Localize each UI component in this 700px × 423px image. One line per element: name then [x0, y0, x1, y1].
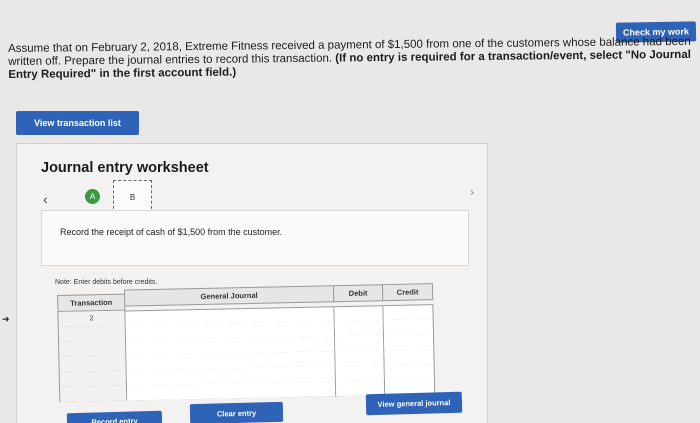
column-header-credit: Credit	[381, 283, 434, 302]
transaction-cell	[58, 370, 127, 387]
record-entry-button[interactable]: Record entry	[66, 410, 163, 423]
pointer-arrow-icon: ➜	[2, 314, 10, 324]
tab-b[interactable]: B	[113, 180, 152, 214]
worksheet-title: Journal entry worksheet	[41, 160, 209, 176]
debit-field[interactable]	[334, 305, 384, 322]
record-instruction-text: Record the receipt of cash of $1,500 fro…	[60, 227, 283, 237]
question-prompt: Assume that on February 2, 2018, Extreme…	[8, 36, 698, 82]
debit-credit-note: Note: Enter debits before credits.	[55, 279, 158, 286]
column-header-debit: Debit	[332, 284, 384, 303]
credit-field[interactable]	[383, 304, 434, 321]
account-field[interactable]	[126, 381, 337, 401]
column-header-transaction: Transaction	[57, 293, 126, 312]
transaction-cell	[58, 340, 127, 357]
journal-entry-worksheet: Journal entry worksheet ‹ A B › Record t…	[16, 143, 488, 423]
transaction-cell	[58, 355, 127, 372]
tab-a[interactable]: A	[85, 189, 100, 204]
debit-field[interactable]	[335, 335, 385, 352]
record-instruction-box: Record the receipt of cash of $1,500 fro…	[41, 210, 469, 266]
credit-field[interactable]	[384, 349, 435, 366]
credit-field[interactable]	[384, 364, 435, 381]
transaction-cell	[57, 325, 127, 342]
debit-field[interactable]	[335, 350, 385, 367]
chevron-right-icon[interactable]: ›	[470, 185, 474, 199]
transaction-cell: 2	[57, 310, 126, 327]
clear-entry-button[interactable]: Clear entry	[189, 401, 284, 423]
column-header-general-journal: General Journal	[123, 285, 335, 307]
debit-field[interactable]	[334, 320, 384, 337]
view-general-journal-button[interactable]: View general journal	[365, 391, 463, 416]
credit-field[interactable]	[383, 334, 435, 351]
view-transaction-list-button[interactable]: View transaction list	[16, 111, 139, 135]
journal-table: Transaction General Journal Debit Credit…	[57, 283, 436, 402]
chevron-left-icon[interactable]: ‹	[43, 191, 48, 207]
credit-field[interactable]	[383, 319, 434, 336]
transaction-cell	[59, 385, 128, 402]
debit-field[interactable]	[335, 365, 385, 382]
